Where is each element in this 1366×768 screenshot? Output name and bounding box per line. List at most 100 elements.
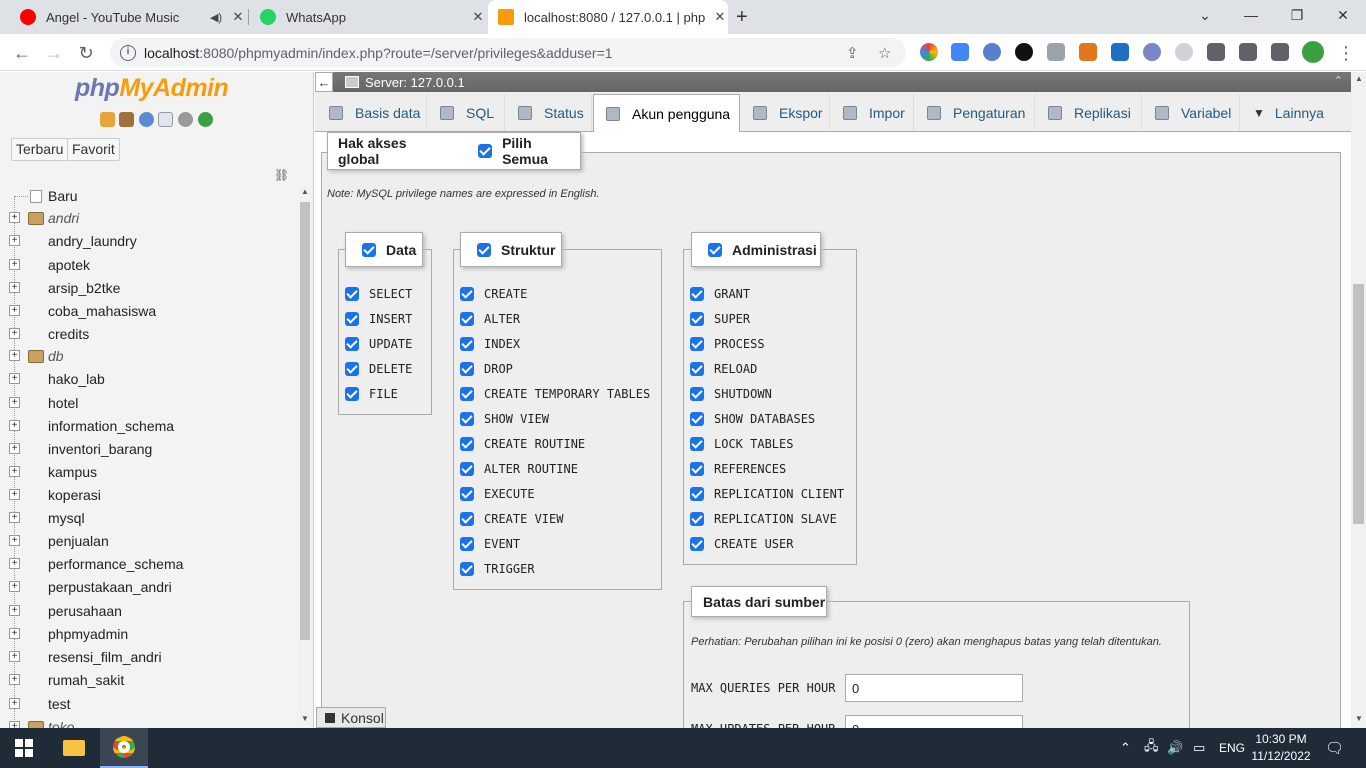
forward-icon[interactable]: → [40, 39, 68, 67]
admin-privileges-legend[interactable]: Administrasi [691, 232, 821, 267]
sidebar-database-item[interactable]: + phpmyadmin [0, 624, 296, 646]
checkbox-checked-icon[interactable] [460, 562, 474, 576]
privilege-checkbox-admin[interactable]: SUPER [690, 309, 750, 329]
language-indicator[interactable]: ENG [1219, 728, 1245, 768]
expand-plus-icon[interactable]: + [9, 489, 20, 500]
scroll-up-icon[interactable]: ▲ [1355, 74, 1363, 83]
start-button[interactable] [0, 728, 48, 768]
tab-more[interactable]: ▼ Lainnya [1241, 94, 1339, 131]
console-toggle[interactable]: Konsol [316, 707, 386, 728]
checkbox-checked-icon[interactable] [345, 337, 359, 351]
privilege-checkbox-data[interactable]: FILE [345, 384, 398, 404]
privilege-checkbox-admin[interactable]: GRANT [690, 284, 750, 304]
tab-status[interactable]: Status [506, 94, 592, 131]
collapse-navigation-button[interactable]: ← [315, 72, 333, 92]
tab-import[interactable]: Impor [831, 94, 914, 131]
close-window-icon[interactable]: ✕ [1320, 0, 1366, 30]
expand-plus-icon[interactable]: + [9, 328, 20, 339]
checkbox-checked-icon[interactable] [690, 412, 704, 426]
privilege-checkbox-structure[interactable]: CREATE [460, 284, 527, 304]
site-info-icon[interactable]: i [120, 44, 136, 61]
scroll-up-icon[interactable]: ▲ [301, 187, 309, 196]
sidebar-database-item[interactable]: + test [0, 694, 296, 716]
expand-plus-icon[interactable]: + [9, 581, 20, 592]
expand-plus-icon[interactable]: + [9, 535, 20, 546]
expand-plus-icon[interactable]: + [9, 397, 20, 408]
color-picker-extension-icon[interactable] [920, 43, 938, 61]
expand-plus-icon[interactable]: + [9, 651, 20, 662]
new-tab-button[interactable]: + [736, 0, 760, 34]
checkbox-checked-icon[interactable] [690, 512, 704, 526]
browser-tab-phpmyadmin[interactable]: localhost:8080 / 127.0.0.1 | phpM ✕ [488, 0, 728, 34]
scroll-down-icon[interactable]: ▼ [1355, 714, 1363, 723]
sidebar-scrollbar[interactable]: ▲ ▼ [298, 186, 312, 726]
sidebar-database-item[interactable]: + perusahaan [0, 601, 296, 623]
reload-icon[interactable]: ↻ [72, 39, 100, 67]
checkbox-checked-icon[interactable] [460, 537, 474, 551]
privilege-checkbox-data[interactable]: DELETE [345, 359, 412, 379]
privilege-checkbox-structure[interactable]: CREATE ROUTINE [460, 434, 585, 454]
checkbox-checked-icon[interactable] [460, 437, 474, 451]
checkbox-checked-icon[interactable] [690, 537, 704, 551]
privilege-checkbox-admin[interactable]: SHUTDOWN [690, 384, 772, 404]
tab-export[interactable]: Ekspor [741, 94, 830, 131]
privilege-checkbox-structure[interactable]: CREATE TEMPORARY TABLES [460, 384, 650, 404]
checkbox-checked-icon[interactable] [690, 337, 704, 351]
privilege-checkbox-admin[interactable]: PROCESS [690, 334, 765, 354]
checkbox-checked-icon[interactable] [460, 312, 474, 326]
phpmyadmin-logo[interactable]: phpMyAdmin [75, 74, 229, 103]
checkbox-checked-icon[interactable] [690, 287, 704, 301]
expand-plus-icon[interactable]: + [9, 373, 20, 384]
sidebar-database-item[interactable]: + toko [0, 717, 296, 728]
checkbox-checked-icon[interactable] [362, 242, 376, 257]
sidebar-database-item[interactable]: + andry_laundry [0, 231, 296, 253]
translate-extension-icon[interactable] [951, 43, 969, 61]
privilege-checkbox-data[interactable]: INSERT [345, 309, 412, 329]
checkbox-checked-icon[interactable] [460, 412, 474, 426]
privilege-checkbox-data[interactable]: UPDATE [345, 334, 412, 354]
sidebar-database-item[interactable]: + arsip_b2tke [0, 278, 296, 300]
volume-icon[interactable]: 🔊 [1167, 728, 1183, 768]
sidebar-database-item[interactable]: + db [0, 346, 296, 368]
expand-plus-icon[interactable]: + [9, 721, 20, 728]
privilege-checkbox-structure[interactable]: EVENT [460, 534, 520, 554]
expand-plus-icon[interactable]: + [9, 259, 20, 270]
file-explorer-taskbar-button[interactable] [50, 728, 98, 768]
menu-kebab-icon[interactable]: ⋮ [1332, 39, 1360, 67]
expand-plus-icon[interactable]: + [9, 605, 20, 616]
checkbox-checked-icon[interactable] [345, 312, 359, 326]
browser-tab-youtube-music[interactable]: Angel - YouTube Music ◀) ✕ [10, 0, 246, 34]
checkbox-checked-icon[interactable] [345, 287, 359, 301]
sidebar-database-item[interactable]: + koperasi [0, 485, 296, 507]
sidebar-database-item[interactable]: + rumah_sakit [0, 670, 296, 692]
tab-user-accounts[interactable]: Akun pengguna [593, 94, 740, 132]
tab-variables[interactable]: Variabel [1143, 94, 1240, 131]
expand-plus-icon[interactable]: + [9, 420, 20, 431]
extensions-puzzle-icon[interactable] [1207, 43, 1225, 61]
battery-icon[interactable]: ▭ [1193, 728, 1205, 768]
extension-icon[interactable] [1111, 43, 1129, 61]
back-icon[interactable]: ← [8, 39, 36, 67]
server-breadcrumb[interactable]: Server: 127.0.0.1 [345, 75, 465, 90]
restore-icon[interactable]: ❐ [1274, 0, 1320, 30]
checkbox-checked-icon[interactable] [690, 312, 704, 326]
scroll-down-icon[interactable]: ▼ [301, 714, 309, 723]
max-updates-input[interactable] [845, 715, 1023, 728]
notification-center-icon[interactable]: 🗨 [1325, 728, 1344, 768]
checkbox-checked-icon[interactable] [460, 337, 474, 351]
expand-plus-icon[interactable]: + [9, 235, 20, 246]
help-icon[interactable] [139, 112, 154, 127]
expand-plus-icon[interactable]: + [9, 282, 20, 293]
side-panel-icon[interactable] [1271, 43, 1289, 61]
checkbox-checked-icon[interactable] [460, 487, 474, 501]
settings-gear-icon[interactable] [178, 112, 193, 127]
tab-databases[interactable]: Basis data [317, 94, 427, 131]
privilege-checkbox-structure[interactable]: ALTER ROUTINE [460, 459, 578, 479]
sidebar-database-item[interactable]: + inventori_barang [0, 439, 296, 461]
expand-plus-icon[interactable]: + [9, 466, 20, 477]
audio-playing-icon[interactable]: ◀) [208, 11, 224, 24]
media-control-icon[interactable] [1239, 43, 1257, 61]
page-scrollbar[interactable]: ▲ ▼ [1351, 72, 1366, 728]
checkbox-checked-icon[interactable] [345, 362, 359, 376]
new-database-item[interactable]: Baru [0, 186, 296, 208]
